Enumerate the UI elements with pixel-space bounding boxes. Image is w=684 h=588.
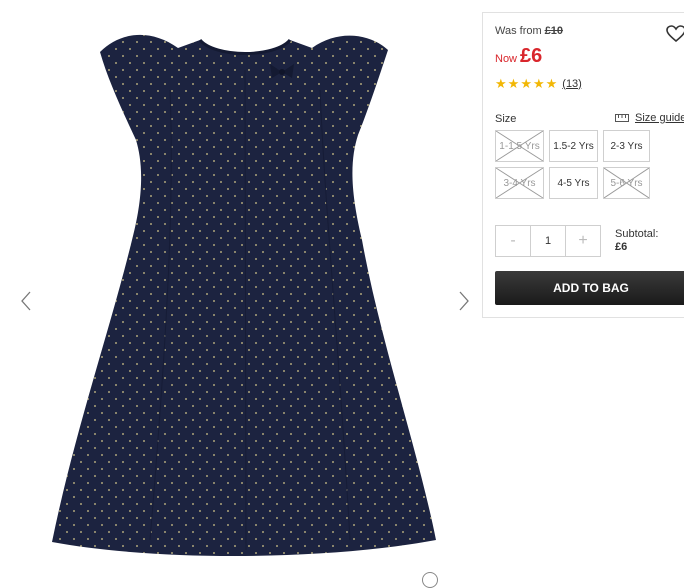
ruler-icon (615, 114, 629, 122)
quantity-stepper: - 1 + (495, 225, 601, 257)
subtotal: Subtotal: £6 (615, 228, 658, 254)
subtotal-label: Subtotal: (615, 228, 659, 240)
size-label: Size (495, 113, 517, 125)
size-option-label: 1-1.5 Yrs (499, 140, 540, 152)
review-count-link[interactable]: (13) (562, 78, 582, 90)
star-icon: ★ (545, 76, 558, 91)
size-option-4-5[interactable]: 4-5 Yrs (549, 167, 598, 199)
size-option-label: 4-5 Yrs (557, 177, 590, 189)
quantity-increase-button[interactable]: + (566, 226, 600, 256)
size-option-5-6[interactable]: 5-6 Yrs (603, 167, 650, 199)
quantity-decrease-button[interactable]: - (496, 226, 530, 256)
now-price: £6 (520, 45, 543, 67)
size-option-1-5-2[interactable]: 1.5-2 Yrs (549, 130, 598, 162)
star-icon: ★ (532, 76, 545, 91)
chevron-right-icon (459, 291, 469, 311)
previous-image-button[interactable] (18, 290, 34, 312)
wishlist-button[interactable] (666, 25, 684, 45)
was-price: £10 (544, 25, 564, 37)
product-image (50, 10, 440, 566)
size-guide-link[interactable]: Size guide (615, 112, 684, 124)
add-to-bag-button[interactable]: ADD TO BAG (495, 271, 684, 305)
heart-icon (666, 25, 684, 43)
size-option-label: 3-4 Yrs (503, 177, 536, 189)
was-label: Was from (495, 25, 542, 37)
image-indicator[interactable] (422, 572, 438, 588)
size-option-label: 1.5-2 Yrs (553, 140, 594, 152)
rating: ★ ★ ★ ★ ★ (13) (495, 77, 582, 90)
quantity-value[interactable]: 1 (530, 226, 566, 256)
star-icon: ★ (495, 76, 507, 91)
size-option-3-4[interactable]: 3-4 Yrs (495, 167, 544, 199)
product-gallery (0, 0, 480, 588)
star-icon: ★ (507, 76, 520, 91)
size-guide-label: Size guide (635, 112, 684, 124)
star-icon: ★ (520, 76, 532, 91)
now-label: Now (495, 53, 518, 65)
size-option-label: 5-6 Yrs (610, 177, 643, 189)
product-purchase-panel: Was from £10 Now £6 ★ ★ ★ ★ ★ (13) Size S… (482, 12, 684, 318)
subtotal-amount: £6 (615, 241, 628, 253)
now-price-line: Now £6 (495, 45, 542, 68)
chevron-left-icon (21, 291, 31, 311)
next-image-button[interactable] (456, 290, 472, 312)
size-option-label: 2-3 Yrs (610, 140, 643, 152)
size-option-2-3[interactable]: 2-3 Yrs (603, 130, 650, 162)
size-option-1-1-5[interactable]: 1-1.5 Yrs (495, 130, 544, 162)
was-price-line: Was from £10 (495, 25, 563, 37)
